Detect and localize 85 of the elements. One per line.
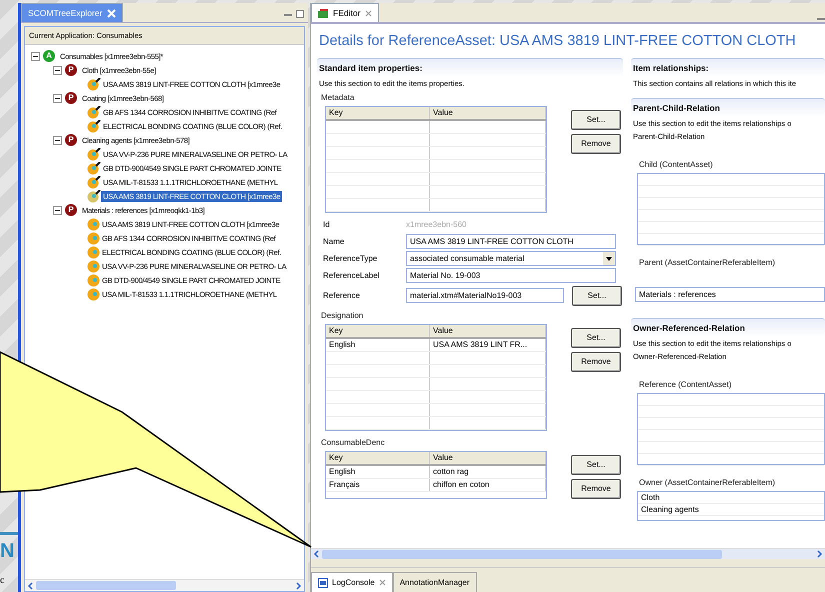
list-item[interactable]: Cloth	[638, 492, 824, 504]
expander-icon[interactable]	[53, 94, 62, 103]
list-label: Reference (ContentAsset)	[638, 379, 732, 392]
scroll-right-icon	[816, 550, 823, 558]
list-item[interactable]: Cleaning agents	[638, 504, 824, 516]
close-icon	[107, 8, 116, 18]
table-button[interactable]: Remove	[571, 134, 621, 154]
asset-icon	[87, 162, 101, 175]
maximize-icon	[296, 10, 304, 18]
group-label: Designation	[320, 310, 364, 322]
expander-icon[interactable]	[53, 136, 62, 145]
slide-heading-text: N	[0, 541, 14, 561]
table-cell: Français	[326, 478, 430, 491]
table-cell: chiffon en coton	[430, 478, 546, 491]
expander-icon[interactable]	[53, 66, 62, 75]
field-label: Id	[322, 218, 331, 231]
material-icon	[87, 246, 100, 259]
editor-tab[interactable]: FEditor	[311, 3, 380, 22]
text-field[interactable]: USA AMS 3819 LINT-FREE COTTON CLOTH	[406, 234, 616, 250]
table-cell: USA AMS 3819 LINT FR...	[430, 338, 546, 351]
editor-icon	[318, 8, 328, 18]
field-label: Name	[322, 236, 346, 248]
set-button[interactable]: Set...	[572, 286, 622, 306]
field-label: Reference	[322, 290, 361, 302]
category-icon: P	[65, 204, 77, 216]
table-button[interactable]: Set...	[571, 110, 621, 130]
table-button[interactable]: Set...	[571, 454, 621, 475]
column-header: Key	[326, 452, 430, 464]
section-heading: Parent-Child-Relation	[631, 98, 825, 116]
asset-icon	[87, 78, 101, 91]
column-header: Key	[326, 324, 430, 337]
asset-icon	[87, 120, 101, 133]
material-icon	[87, 288, 100, 301]
expander-icon[interactable]	[53, 206, 62, 215]
table-cell: English	[326, 466, 430, 478]
id-value: x1mree3ebn-560	[406, 218, 466, 231]
table-button[interactable]: Remove	[571, 352, 621, 372]
column-header: Value	[430, 324, 546, 337]
group-label: Metadata	[320, 92, 356, 104]
asset-icon	[87, 106, 101, 119]
scrollbar[interactable]	[25, 579, 304, 591]
section-heading: Item relationships:	[631, 58, 825, 76]
asset-icon	[87, 190, 101, 203]
table-cell: English	[326, 338, 430, 351]
column-header: Key	[326, 106, 430, 119]
group-label: ConsumableDenc	[320, 436, 386, 449]
category-icon: P	[65, 64, 77, 76]
editor-title: Details for ReferenceAsset: USA AMS 3819 LINT-FREE COTTON CLOTH	[319, 32, 797, 51]
application-icon: A	[43, 50, 55, 62]
material-icon	[87, 260, 100, 273]
scroll-left-icon	[27, 582, 34, 590]
slide-text: c	[0, 574, 6, 588]
category-icon: P	[65, 134, 77, 146]
text-field[interactable]: material.xtm#MaterialNo19-003	[406, 288, 564, 304]
category-icon: P	[65, 92, 77, 104]
column-header: Value	[430, 452, 546, 464]
view-tab[interactable]: LogConsole	[311, 572, 393, 592]
expander-icon[interactable]	[31, 52, 40, 61]
dropdown-field[interactable]: associated consumable material	[406, 251, 616, 266]
relation-field[interactable]: Materials : references	[635, 287, 825, 302]
list-label: Child (ContentAsset)	[638, 159, 714, 171]
column-header: Value	[430, 106, 546, 119]
field-label: ReferenceType	[322, 252, 378, 265]
table-button[interactable]: Remove	[571, 478, 621, 499]
table-button[interactable]: Set...	[571, 328, 621, 348]
scroll-right-icon	[295, 582, 302, 590]
asset-icon	[87, 176, 101, 189]
section-heading: Owner-Referenced-Relation	[631, 318, 825, 337]
field-label: ReferenceLabel	[322, 270, 380, 282]
material-icon	[87, 274, 100, 287]
scroll-left-icon	[313, 550, 320, 558]
material-icon	[87, 218, 100, 231]
text-field[interactable]: Material No. 19-003	[406, 268, 616, 284]
table-cell: cotton rag	[430, 466, 546, 478]
material-icon	[87, 232, 100, 245]
scrollbar[interactable]	[311, 548, 825, 560]
list-label: Parent (AssetContainerReferableItem)	[638, 257, 776, 269]
list-label: Owner (AssetContainerReferableItem)	[638, 477, 776, 490]
close-icon	[365, 10, 372, 16]
section-heading: Standard item properties:	[317, 58, 623, 76]
console-icon	[318, 578, 328, 588]
close-icon	[378, 579, 386, 586]
asset-icon	[87, 148, 101, 161]
relation-list[interactable]: Cloth Cleaning agents	[637, 491, 825, 522]
view-tab[interactable]: AnnotationManager	[392, 572, 477, 592]
